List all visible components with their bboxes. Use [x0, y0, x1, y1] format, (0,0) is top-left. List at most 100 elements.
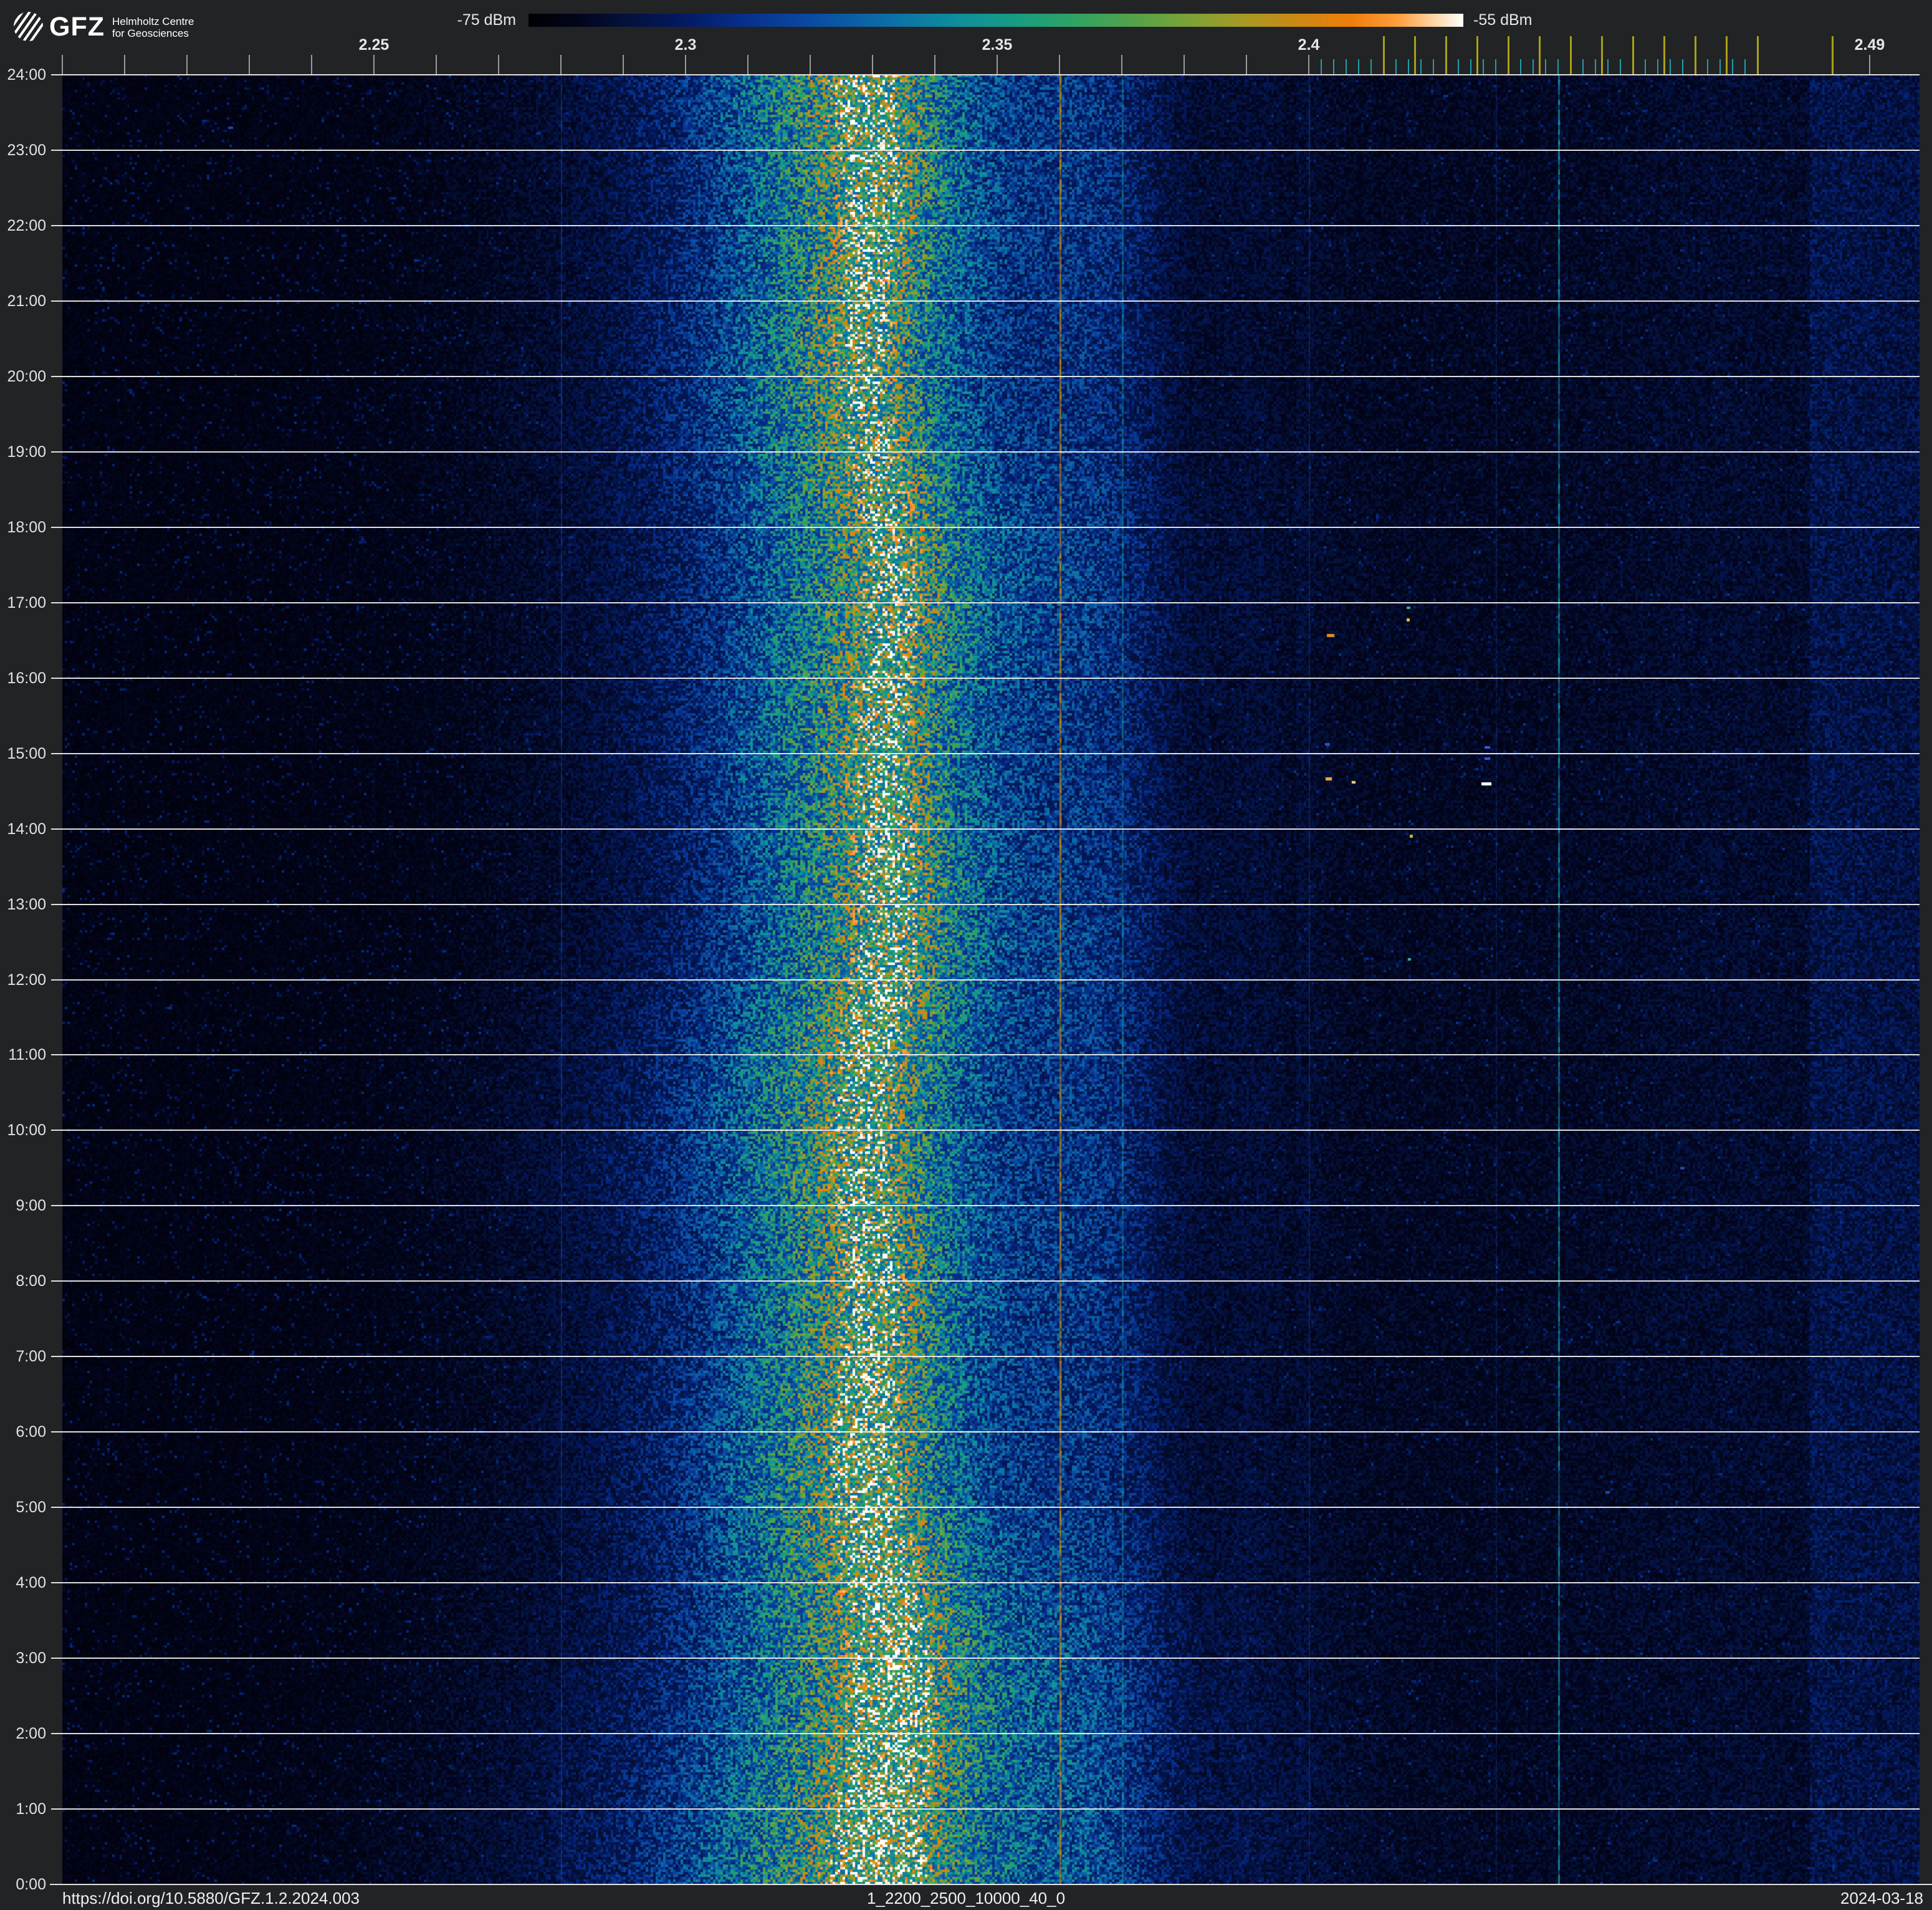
colorbar	[528, 14, 1463, 27]
time-label: 11:00	[8, 1046, 46, 1063]
hour-line	[51, 1582, 1920, 1583]
hour-line	[51, 1130, 1920, 1131]
freq-tick-yellow	[1726, 36, 1728, 75]
freq-tick-cyan	[1533, 59, 1534, 75]
freq-tick-minor	[62, 55, 63, 75]
freq-tick-cyan	[1483, 59, 1484, 75]
freq-tick-minor	[934, 55, 935, 75]
freq-tick-minor	[124, 55, 125, 75]
freq-tick-minor	[311, 55, 312, 75]
freq-tick-cyan	[1420, 59, 1422, 75]
time-label: 22:00	[7, 217, 46, 234]
gfz-tagline: Helmholtz Centre for Geosciences	[112, 16, 194, 39]
hour-line	[51, 904, 1920, 905]
freq-tick-yellow	[1601, 36, 1603, 75]
freq-tick-cyan	[1744, 59, 1746, 75]
hour-line	[51, 225, 1920, 226]
freq-tick-yellow	[1570, 36, 1572, 75]
freq-tick-yellow	[1508, 36, 1509, 75]
freq-tick-minor	[1184, 55, 1185, 75]
hour-line	[51, 300, 1920, 302]
hour-line	[51, 74, 1920, 75]
time-label: 12:00	[7, 971, 46, 989]
freq-tick-minor	[560, 55, 562, 75]
time-label: 14:00	[7, 820, 46, 838]
freq-tick-cyan	[1657, 59, 1658, 75]
time-label: 16:00	[7, 669, 46, 687]
freq-tick-yellow	[1414, 36, 1416, 75]
freq-tick-minor	[747, 55, 748, 75]
time-label: 21:00	[7, 292, 46, 310]
dataset-filename: 1_2200_2500_10000_40_0	[866, 1889, 1066, 1908]
freq-tick-minor	[186, 55, 188, 75]
freq-tick-cyan	[1346, 59, 1347, 75]
freq-tick-minor	[1059, 55, 1060, 75]
freq-tick-cyan	[1719, 59, 1721, 75]
freq-tick-cyan	[1358, 59, 1359, 75]
freq-label: 2.4	[1298, 36, 1320, 54]
hour-line	[51, 376, 1920, 377]
time-label: 10:00	[7, 1121, 46, 1139]
gfz-tagline-line1: Helmholtz Centre	[112, 16, 194, 27]
freq-tick-minor	[249, 55, 250, 75]
freq-tick-minor	[872, 55, 873, 75]
freq-tick-cyan	[1433, 59, 1434, 75]
freq-tick-cyan	[1470, 59, 1471, 75]
hour-line	[51, 1658, 1920, 1659]
freq-tick-yellow	[1445, 36, 1447, 75]
freq-tick-minor	[1121, 55, 1122, 75]
freq-label: 2.35	[982, 36, 1013, 54]
hour-line	[51, 1280, 1920, 1282]
freq-tick-cyan	[1582, 59, 1584, 75]
freq-tick-cyan	[1321, 59, 1322, 75]
time-label: 15:00	[7, 745, 46, 762]
freq-tick-cyan	[1607, 59, 1609, 75]
hour-line	[51, 602, 1920, 603]
freq-tick-cyan	[1495, 59, 1496, 75]
freq-tick-yellow	[1663, 36, 1665, 75]
freq-tick-cyan	[1520, 59, 1521, 75]
hour-line	[51, 753, 1920, 754]
freq-tick-yellow	[1757, 36, 1759, 75]
hour-line	[51, 150, 1920, 151]
freq-tick-cyan	[1595, 59, 1596, 75]
time-label: 7:00	[16, 1348, 46, 1365]
freq-tick-cyan	[1707, 59, 1708, 75]
freq-tick-cyan	[1395, 59, 1397, 75]
time-label: 8:00	[16, 1272, 46, 1290]
time-label: 13:00	[7, 896, 46, 913]
hour-line	[51, 1808, 1920, 1810]
freq-tick-cyan	[1732, 59, 1733, 75]
hour-line	[51, 1205, 1920, 1206]
freq-label: 2.49	[1854, 36, 1885, 54]
time-label: 2:00	[16, 1725, 46, 1742]
freq-tick-minor	[373, 55, 375, 75]
freq-tick-minor	[810, 55, 811, 75]
gfz-logo-icon	[14, 12, 43, 41]
time-label: 18:00	[7, 519, 46, 536]
freq-tick-cyan	[1408, 59, 1409, 75]
time-label: 4:00	[16, 1574, 46, 1591]
freq-tick-yellow	[1476, 36, 1478, 75]
colorbar-min-label: -75 dBm	[457, 11, 516, 29]
freq-tick-minor	[498, 55, 499, 75]
time-label: 20:00	[7, 368, 46, 385]
freq-tick-cyan	[1682, 59, 1683, 75]
freq-tick-minor	[685, 55, 686, 75]
freq-tick-cyan	[1458, 59, 1459, 75]
hour-line	[51, 1507, 1920, 1508]
freq-tick-cyan	[1645, 59, 1646, 75]
freq-tick-minor	[1869, 55, 1870, 75]
freq-tick-cyan	[1545, 59, 1546, 75]
time-label: 3:00	[16, 1649, 46, 1667]
freq-tick-minor	[1308, 55, 1309, 75]
freq-tick-cyan	[1620, 59, 1621, 75]
time-label: 19:00	[7, 443, 46, 461]
hour-line	[51, 527, 1920, 528]
freq-tick-yellow	[1632, 36, 1634, 75]
freq-tick-minor	[623, 55, 624, 75]
freq-tick-minor	[1246, 55, 1247, 75]
gfz-brand: GFZ	[49, 12, 105, 42]
time-label: 17:00	[7, 594, 46, 612]
freq-label: 2.3	[674, 36, 697, 54]
